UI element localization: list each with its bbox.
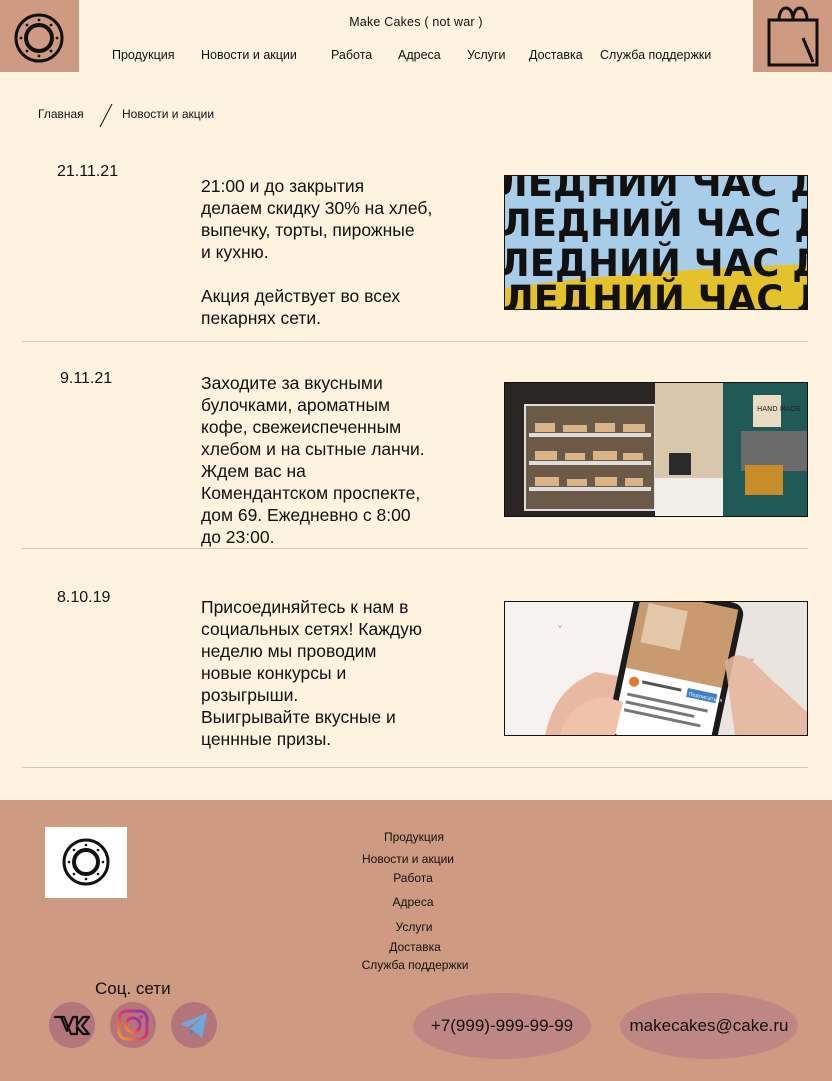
news-image-bakery[interactable]: HAND MADE [504,382,808,517]
nav-products[interactable]: Продукция [112,48,175,62]
news-text: 21:00 и до закрытия делаем скидку 30% на… [201,176,433,328]
news-divider [22,548,808,549]
sign-text-line: ЛЕДНИЙ ЧАС ДО [505,201,807,245]
footer-link-products[interactable]: Продукция [300,830,528,844]
news-image-phone[interactable]: Подписаться [504,601,808,736]
donut-logo-icon [14,13,64,63]
footer-link-addresses[interactable]: Адреса [299,895,527,909]
news-text: Заходите за вкусными булочками, ароматны… [201,373,425,547]
footer-link-news[interactable]: Новости и акции [294,852,522,866]
news-divider [22,767,808,768]
sign-text-line: ЛЕДНИЙ ЧАС ДО [505,277,807,309]
donut-logo-icon [62,838,110,886]
nav-delivery[interactable]: Доставка [529,48,583,62]
email-link[interactable]: makecakes@cake.ru [620,993,798,1059]
breadcrumb-home[interactable]: Главная [38,107,84,121]
site-title: Make Cakes ( not war ) [349,15,483,29]
footer-link-support[interactable]: Служба поддержки [301,958,529,972]
news-divider [22,341,808,342]
footer-link-jobs[interactable]: Работа [299,871,527,885]
news-date: 21.11.21 [57,163,119,180]
phone-in-hand-image: Подписаться [505,602,807,735]
phone-link[interactable]: +7(999)-999-99-99 [413,993,591,1059]
news-text: Присоединяйтесь к нам в социальных сетях… [201,597,422,749]
social-title: Соц. сети [95,979,171,998]
sign-text-line: ЛЕДНИЙ ЧАС ДО [505,176,807,205]
nav-jobs[interactable]: Работа [331,48,372,62]
footer-link-delivery[interactable]: Доставка [301,940,529,954]
vk-glyph [53,1015,91,1036]
vk-icon[interactable] [49,1002,95,1048]
news-image-last-hour[interactable]: ЛЕДНИЙ ЧАС ДО ЛЕДНИЙ ЧАС ДО ЛЕДНИЙ ЧАС Д… [504,175,808,310]
instagram-icon[interactable] [110,1002,156,1048]
nav-support[interactable]: Служба поддержки [600,48,711,62]
breadcrumb-separator [99,103,113,128]
logo[interactable] [0,0,79,72]
nav-addresses[interactable]: Адреса [398,48,441,62]
last-hour-sign-image: ЛЕДНИЙ ЧАС ДО ЛЕДНИЙ ЧАС ДО ЛЕДНИЙ ЧАС Д… [505,176,807,309]
breadcrumb-current: Новости и акции [122,107,215,121]
nav-services[interactable]: Услуги [467,48,505,62]
hand-made-sign-text: HAND MADE [757,405,801,413]
shopping-bag-icon [767,6,819,67]
telegram-glyph [180,1013,207,1038]
news-date: 9.11.21 [60,370,113,387]
footer-logo[interactable] [45,827,127,898]
footer-link-services[interactable]: Услуги [300,920,528,934]
bakery-interior-image: HAND MADE [505,383,807,516]
telegram-icon[interactable] [171,1002,217,1048]
news-date: 8.10.19 [57,589,111,606]
instagram-glyph [117,1009,149,1041]
nav-news[interactable]: Новости и акции [201,48,297,62]
cart-button[interactable] [753,0,832,72]
